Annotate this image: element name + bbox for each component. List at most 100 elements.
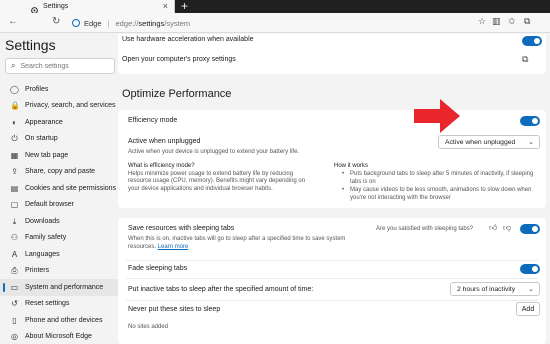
efficiency-toggle[interactable]: [520, 116, 540, 126]
download-icon: ⤓: [12, 216, 17, 226]
reset-icon: ↺: [11, 299, 18, 309]
fade-sleeping-label: Fade sleeping tabs: [128, 265, 188, 272]
sidebar-item[interactable]: ⤓ Downloads: [0, 213, 118, 230]
external-link-icon[interactable]: ⧉: [522, 54, 528, 65]
sleep-after-dropdown[interactable]: 2 hours of inactivity ⌄: [450, 282, 540, 296]
active-when-desc: Active when your device is unplugged to …: [128, 149, 300, 155]
url-host: settings: [138, 18, 165, 28]
sidebar-item[interactable]: 🔒 Privacy, search, and services: [0, 98, 118, 115]
sidebar-item-label: Cookies and site permissions: [25, 184, 117, 192]
system-icon: ▭: [10, 282, 19, 292]
efficiency-title: Efficiency mode: [128, 117, 178, 124]
favorite-star-icon[interactable]: ☆: [478, 16, 486, 27]
sidebar-item[interactable]: ◯ Profiles: [0, 81, 118, 98]
sidebar-item-label: Default browser: [25, 201, 75, 209]
omnibox-separator: |: [107, 18, 110, 28]
share-icon: ⇪: [11, 167, 18, 177]
sleeping-tabs-toggle[interactable]: [520, 224, 540, 234]
thumbs-up-icon[interactable]: 👍︎: [489, 223, 497, 233]
bullet-dot: •: [342, 187, 345, 193]
divider: [126, 260, 538, 261]
sidebar-item[interactable]: ⏻ On startup: [0, 131, 118, 148]
sidebar-item-label: On startup: [25, 135, 58, 143]
chevron-down-icon: ⌄: [528, 286, 534, 293]
sleep-after-label: Put inactive tabs to sleep after the spe…: [128, 286, 314, 293]
tab-strip: Settings × +: [0, 0, 550, 14]
sidebar-item[interactable]: ⇪ Share, copy and paste: [0, 164, 118, 181]
sleep-after-value: 2 hours of inactivity: [457, 285, 516, 293]
learn-more-link[interactable]: Learn more: [158, 244, 189, 250]
omnibox-brand: Edge: [84, 18, 102, 28]
hw-accel-toggle[interactable]: [522, 36, 542, 46]
favorites-icon[interactable]: ✩: [508, 16, 516, 27]
thumbs-down-icon[interactable]: 👎︎: [503, 223, 511, 233]
search-input[interactable]: [20, 62, 106, 70]
sidebar-item[interactable]: ⚇ Family safety: [0, 230, 118, 247]
how-it-works-heading: How it works: [334, 163, 369, 169]
divider: [126, 300, 538, 301]
efficiency-card: Efficiency mode Active when unplugged Ac…: [118, 110, 546, 208]
sidebar-item-label: New tab page: [25, 151, 69, 159]
bullet-dot: •: [342, 171, 345, 177]
address-toolbar: ← ↻ Edge | edge://settings/system ☆ ▥ ✩ …: [0, 13, 550, 33]
optimize-section-title: Optimize Performance: [122, 88, 232, 100]
search-box[interactable]: ⌕: [5, 58, 115, 74]
back-button[interactable]: ←: [8, 16, 18, 27]
settings-main: Use hardware acceleration when available…: [118, 34, 550, 344]
sidebar-item[interactable]: ◐ Appearance: [0, 114, 118, 131]
palette-icon: ◐: [12, 117, 17, 127]
sidebar-item-label: Family safety: [25, 234, 67, 242]
sidebar-item[interactable]: ↺ Reset settings: [0, 296, 118, 313]
sidebar-item-label: Share, copy and paste: [25, 168, 96, 176]
no-sites-text: No sites added: [128, 324, 169, 330]
sidebar-item[interactable]: ▤ Cookies and site permissions: [0, 180, 118, 197]
sleeping-tabs-card: Save resources with sleeping tabs When t…: [118, 218, 546, 344]
sidebar-item[interactable]: ▯ Phone and other devices: [0, 312, 118, 329]
sidebar-item-label: Privacy, search, and services: [25, 102, 116, 110]
sidebar-item-label: Profiles: [25, 85, 49, 93]
edge-icon: [72, 19, 80, 27]
person-icon: ◯: [10, 84, 19, 94]
what-is-desc: Helps minimize power usage to extend bat…: [128, 170, 306, 192]
split-screen-icon[interactable]: ▥: [492, 16, 501, 27]
refresh-button[interactable]: ↻: [52, 16, 60, 27]
edge-icon: ◎: [11, 332, 18, 342]
efficiency-mode-dropdown[interactable]: Active when unplugged ⌄: [438, 135, 540, 149]
system-card: Use hardware acceleration when available…: [118, 34, 546, 74]
browser-tab-settings[interactable]: Settings ×: [0, 0, 175, 14]
sidebar-item[interactable]: ▦ New tab page: [0, 147, 118, 164]
red-arrow-icon: [414, 99, 460, 133]
phone-icon: ▯: [12, 315, 17, 325]
proxy-label: Open your computer's proxy settings: [122, 56, 236, 63]
what-is-title: What is efficiency mode?: [128, 163, 195, 169]
collections-icon[interactable]: ⧉: [524, 16, 530, 27]
sidebar-item-label: Phone and other devices: [25, 316, 103, 324]
sidebar-item[interactable]: ◎ About Microsoft Edge: [0, 329, 118, 344]
address-bar[interactable]: Edge | edge://settings/system: [72, 16, 520, 30]
sidebar-item[interactable]: ▢ Default browser: [0, 197, 118, 214]
url-path: /system: [164, 18, 191, 28]
active-when-label: Active when unplugged: [128, 138, 201, 145]
cookie-icon: ▤: [10, 183, 19, 193]
add-site-button[interactable]: Add: [516, 302, 540, 316]
sidebar-item[interactable]: ▭ System and performance: [0, 279, 118, 296]
printer-icon: ⎙: [11, 266, 18, 276]
gear-icon: [30, 2, 39, 14]
efficiency-mode-value: Active when unplugged: [445, 138, 516, 146]
how-bullet-2: May cause videos to be less smooth, anim…: [350, 187, 532, 201]
sidebar-item[interactable]: A Languages: [0, 246, 118, 263]
how-it-works-title: How it works: [334, 163, 368, 171]
new-tab-button[interactable]: +: [181, 0, 188, 13]
search-icon: ⌕: [11, 61, 16, 70]
fade-sleeping-toggle[interactable]: [520, 264, 540, 274]
settings-title: Settings: [5, 37, 56, 53]
sidebar-item-label: About Microsoft Edge: [25, 333, 92, 341]
how-bullet-1: Puts background tabs to sleep after 5 mi…: [350, 171, 534, 185]
close-tab-icon[interactable]: ×: [163, 1, 168, 11]
sidebar-item[interactable]: ⎙ Printers: [0, 263, 118, 280]
url-prefix: edge://: [115, 18, 139, 28]
sidebar-item-label: Appearance: [25, 118, 63, 126]
tab-title: Settings: [43, 3, 69, 10]
sidebar-item-label: Reset settings: [25, 300, 70, 308]
efficiency-info: What is efficiency mode? Helps minimize p…: [128, 163, 318, 193]
